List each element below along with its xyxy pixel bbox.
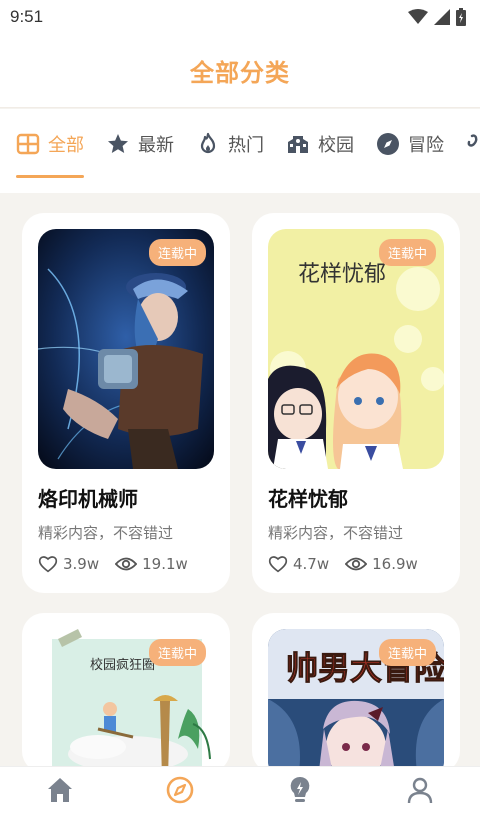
tab-more[interactable] xyxy=(466,129,480,159)
profile-icon xyxy=(407,777,433,804)
views-stat: 19.1w xyxy=(115,555,188,573)
status-time: 9:51 xyxy=(10,7,44,26)
status-badge: 连载中 xyxy=(378,239,436,266)
page-title: 全部分类 xyxy=(190,59,290,87)
home-icon xyxy=(48,778,72,802)
bottom-nav xyxy=(0,766,480,813)
nav-profile[interactable] xyxy=(405,775,435,805)
tab-label: 全部 xyxy=(48,135,84,156)
comic-cover[interactable]: 连载中 xyxy=(38,229,214,469)
eye-icon xyxy=(345,557,368,571)
school-icon xyxy=(288,136,308,153)
tab-adventure[interactable]: 冒险 xyxy=(376,129,444,159)
eye-icon xyxy=(115,557,138,571)
star-icon xyxy=(108,134,128,153)
compass-icon xyxy=(377,133,399,155)
header: 全部分类 xyxy=(0,34,480,108)
status-badge: 连载中 xyxy=(148,639,206,666)
lightbulb-icon xyxy=(290,776,310,802)
tab-label: 热门 xyxy=(228,135,264,156)
comic-cover[interactable]: 校园疯狂圈 连载中 xyxy=(38,629,214,779)
comic-stats: 4.7w 16.9w xyxy=(268,555,444,573)
likes-count: 3.9w xyxy=(63,555,100,573)
nav-ideas[interactable] xyxy=(285,775,315,805)
likes-stat: 3.9w xyxy=(38,555,99,573)
category-tabs: 全部 最新 热门 校园 冒险 xyxy=(0,109,480,193)
nav-discover[interactable] xyxy=(165,775,195,805)
heart-icon xyxy=(38,556,58,573)
compass-icon xyxy=(166,776,194,804)
signal-icon xyxy=(434,9,450,25)
cover-title: 校园疯狂圈 xyxy=(90,657,155,673)
comic-description: 精彩内容，不容错过 xyxy=(38,524,174,542)
status-icons xyxy=(408,8,466,26)
comic-stats: 3.9w 19.1w xyxy=(38,555,214,573)
status-badge: 连载中 xyxy=(378,639,436,666)
tab-hot[interactable]: 热门 xyxy=(196,129,264,159)
comic-description: 精彩内容，不容错过 xyxy=(268,524,404,542)
comic-card[interactable]: 帅男大冒险 连载中 xyxy=(252,613,460,779)
views-count: 19.1w xyxy=(142,555,188,573)
comic-cover[interactable]: 帅男大冒险 连载中 xyxy=(268,629,444,779)
wifi-icon xyxy=(408,9,428,24)
partial-icon xyxy=(467,134,478,147)
comic-card[interactable]: 连载中 烙印机械师 精彩内容，不容错过 3.9w 19.1w xyxy=(22,213,230,593)
likes-stat: 4.7w xyxy=(268,555,329,573)
comic-card[interactable]: 花样忧郁 连载中 花样忧郁 精彩内容，不容错过 4.7w 16.9w xyxy=(252,213,460,593)
views-count: 16.9w xyxy=(372,555,418,573)
status-bar: 9:51 xyxy=(0,0,480,34)
flame-icon xyxy=(200,132,216,154)
views-stat: 16.9w xyxy=(345,555,418,573)
tab-label: 最新 xyxy=(138,135,174,156)
comic-title[interactable]: 花样忧郁 xyxy=(268,483,444,512)
comic-title[interactable]: 烙印机械师 xyxy=(38,483,214,512)
status-badge: 连载中 xyxy=(148,239,206,266)
battery-icon xyxy=(456,8,466,26)
nav-home[interactable] xyxy=(45,775,75,805)
tab-all[interactable]: 全部 xyxy=(16,129,84,178)
comic-cover[interactable]: 花样忧郁 连载中 xyxy=(268,229,444,469)
tab-label: 校园 xyxy=(318,135,354,156)
tab-label: 冒险 xyxy=(408,135,444,156)
grid-icon xyxy=(16,133,40,155)
tab-school[interactable]: 校园 xyxy=(286,129,354,159)
likes-count: 4.7w xyxy=(293,555,330,573)
comic-card[interactable]: 校园疯狂圈 连载中 xyxy=(22,613,230,779)
cover-title: 花样忧郁 xyxy=(298,262,386,287)
heart-icon xyxy=(268,556,288,573)
tab-latest[interactable]: 最新 xyxy=(106,129,174,159)
